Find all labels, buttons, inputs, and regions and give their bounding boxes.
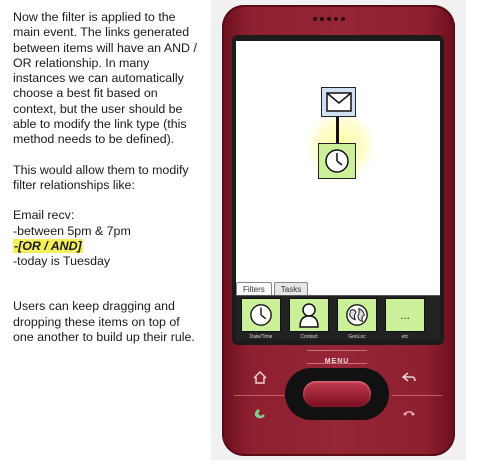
tray-item-etc[interactable]: ... etc <box>384 298 426 340</box>
filter-tray: Date/Time Contact GeoLoc ... etc <box>236 295 440 340</box>
right-divider <box>392 395 442 396</box>
back-icon[interactable] <box>400 371 418 385</box>
note-paragraph-4: Users can keep dragging and dropping the… <box>13 299 195 345</box>
note-line-time: -between 5pm & 7pm <box>13 223 131 238</box>
note-line-day: -today is Tuesday <box>13 254 111 269</box>
tray-item-contact[interactable]: Contact <box>288 298 330 340</box>
person-icon <box>299 303 319 328</box>
time-filter-node[interactable] <box>318 143 356 179</box>
note-paragraph-1: Now the filter is applied to the main ev… <box>13 10 197 147</box>
trackball-center[interactable] <box>303 381 371 407</box>
trackball-pad[interactable] <box>285 368 389 420</box>
tray-item-label: etc <box>401 334 409 340</box>
tray-item-datetime[interactable]: Date/Time <box>240 298 282 340</box>
home-icon[interactable] <box>251 370 269 385</box>
note-line-email: Email recv: <box>13 208 75 223</box>
tab-filters[interactable]: Filters <box>236 282 272 296</box>
clock-icon <box>325 149 349 173</box>
phone-screen: Filters Tasks Date/Time Contact GeoLoc .… <box>236 41 440 340</box>
phone-device: Filters Tasks Date/Time Contact GeoLoc .… <box>222 5 455 456</box>
ellipsis-icon: ... <box>399 308 410 322</box>
note-line-operator: -[OR / AND] <box>13 238 203 254</box>
rule-link[interactable] <box>336 115 339 143</box>
email-event-node[interactable] <box>321 87 356 117</box>
note-paragraph-2: This would allow them to modify filter r… <box>13 162 189 192</box>
operator-highlight: -[OR / AND] <box>13 238 83 253</box>
tab-tasks[interactable]: Tasks <box>273 282 309 296</box>
screen-bezel: Filters Tasks Date/Time Contact GeoLoc .… <box>232 35 444 345</box>
annotation-text: Now the filter is applied to the main ev… <box>13 10 203 345</box>
end-call-icon[interactable] <box>400 406 418 420</box>
left-divider <box>234 395 284 396</box>
mail-icon <box>325 92 352 112</box>
menu-label: MENU <box>324 358 350 365</box>
rule-canvas[interactable] <box>236 41 440 281</box>
speaker-grille <box>313 17 345 21</box>
tray-item-geoloc[interactable]: GeoLoc <box>336 298 378 340</box>
tray-item-label: Date/Time <box>249 334 273 340</box>
tray-tabs: Filters Tasks <box>236 282 310 296</box>
clock-icon <box>250 304 272 326</box>
menu-button[interactable]: MENU <box>303 350 371 365</box>
call-icon[interactable] <box>251 406 269 420</box>
globe-icon <box>346 304 368 326</box>
tray-item-label: GeoLoc <box>348 334 366 340</box>
tray-item-label: Contact <box>300 334 318 340</box>
